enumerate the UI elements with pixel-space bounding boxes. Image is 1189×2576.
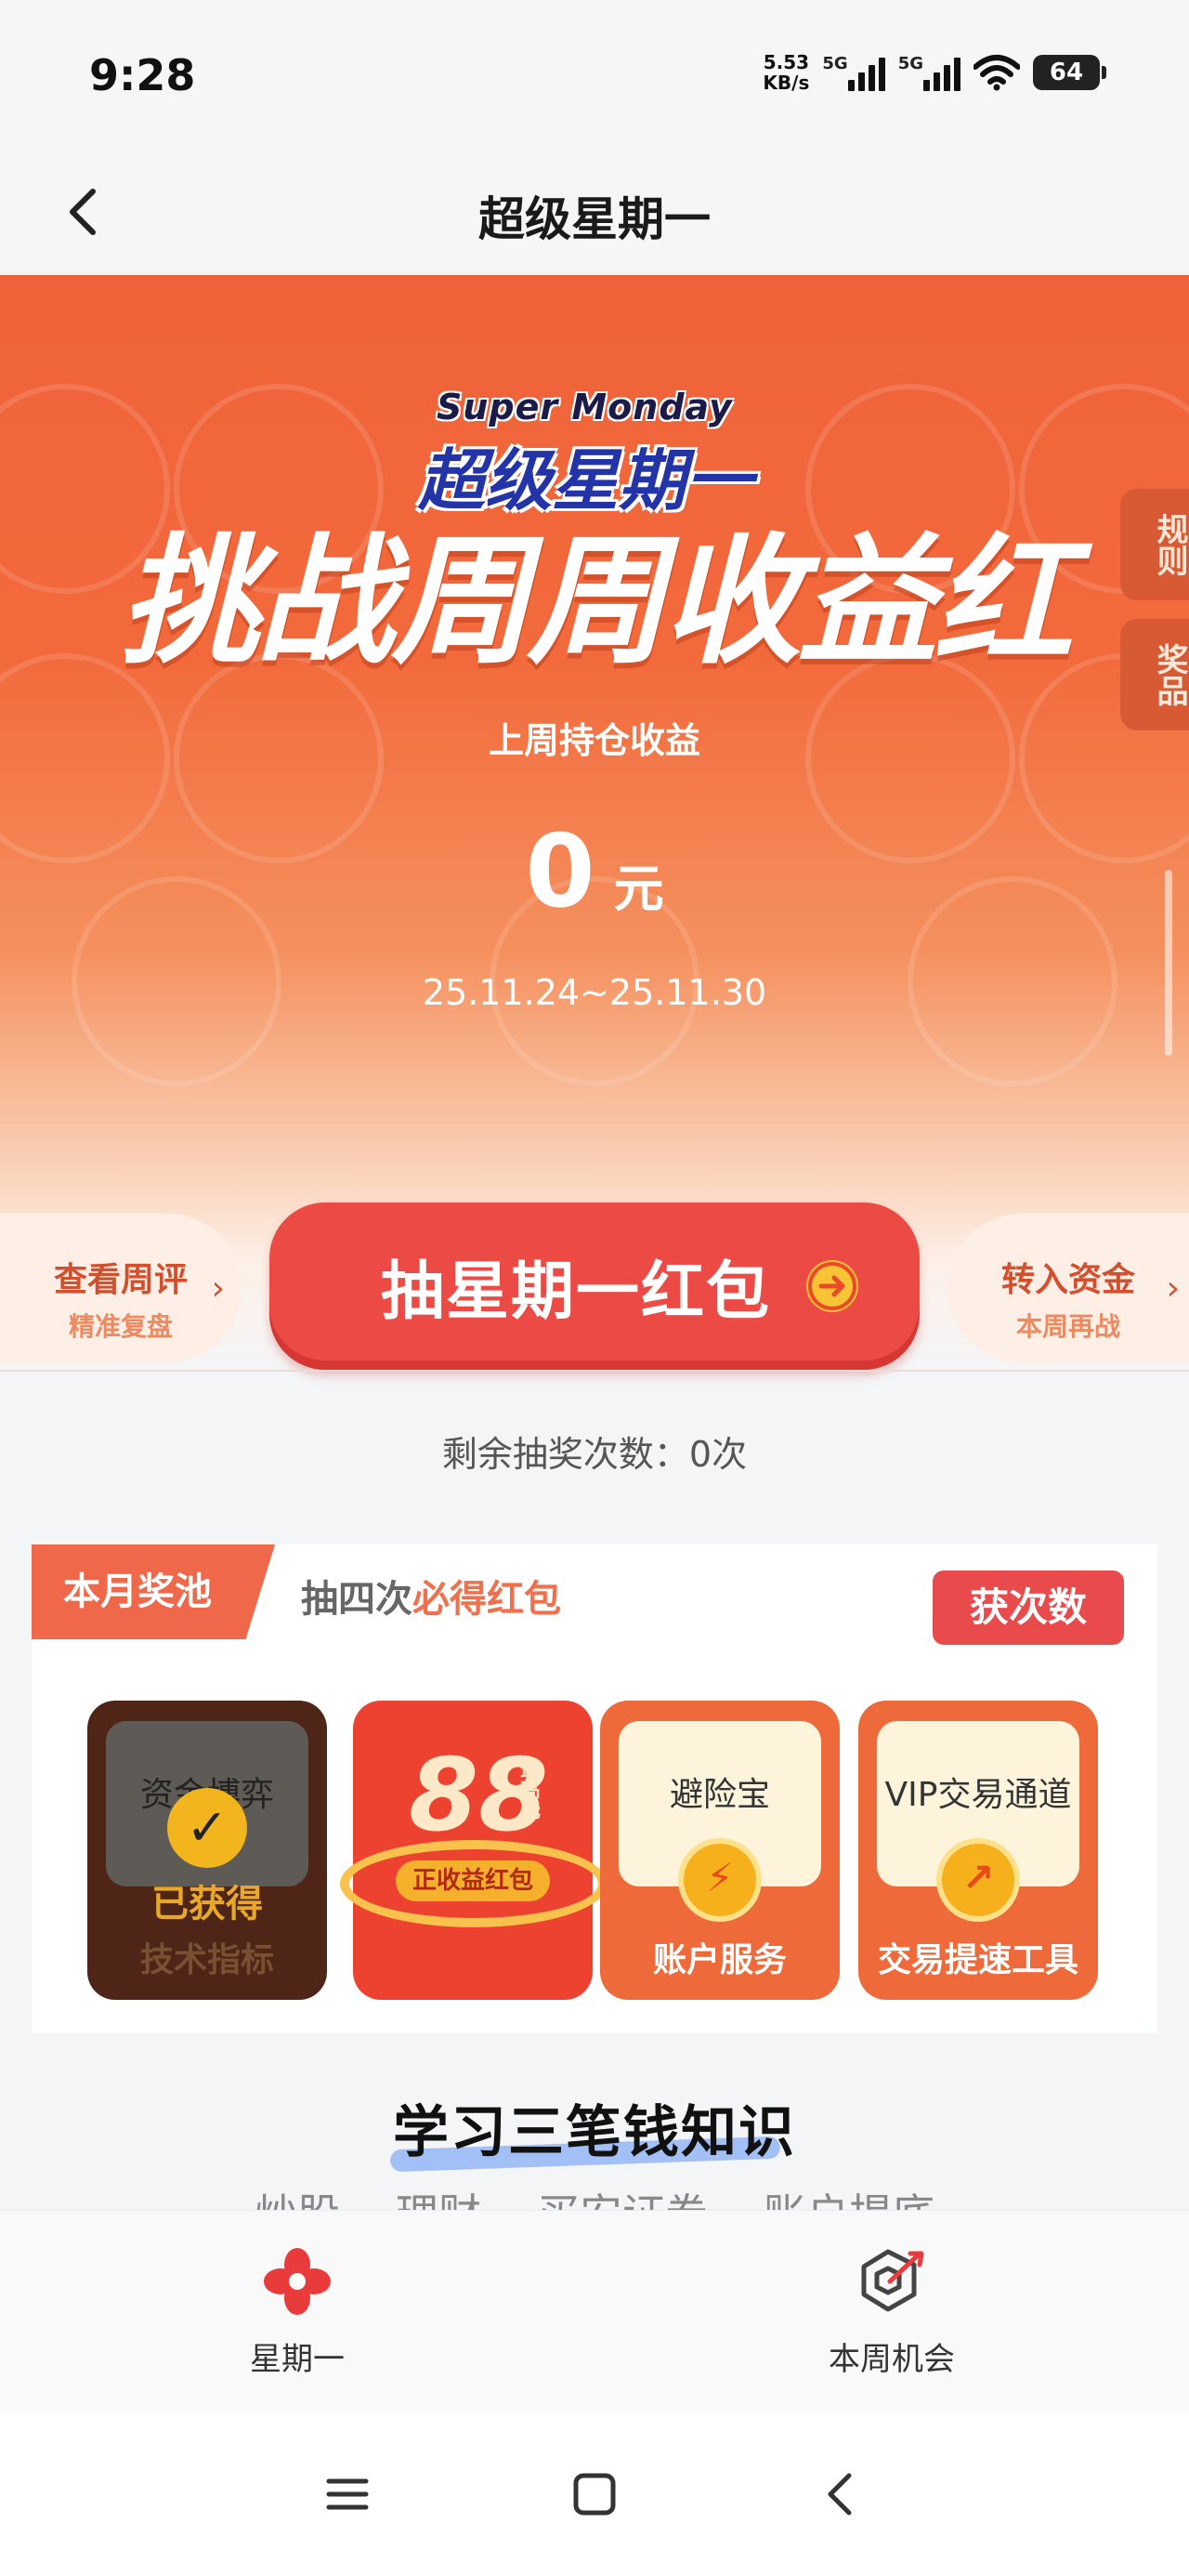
arrow-circle-icon [806, 1260, 858, 1312]
prize-pool-tag: 本月奖池 [32, 1544, 275, 1639]
prize-name: 避险宝 [669, 1776, 770, 1814]
prize-card-hedge[interactable]: 避险宝 ⚡ 账户服务 [600, 1701, 840, 2000]
prize-ribbon: 正收益红包 [396, 1860, 550, 1901]
rules-tab[interactable]: 规则 [1120, 489, 1189, 600]
obtained-label: 已获得 [151, 1883, 263, 1925]
prize-caption: 账户服务 [652, 1941, 787, 1979]
prize-pool-card: 本月奖池 抽四次必得红包 获次数 资金博弈 ✓ 已获得 技术指标 88 最高元 … [32, 1544, 1157, 2033]
prize-pool-description: 抽四次必得红包 [301, 1578, 561, 1621]
prize-card-red-packet[interactable]: 88 最高元 正收益红包 [340, 1701, 608, 2000]
prize-amount-note: 最高元 [516, 1758, 540, 1820]
shield-icon: ⚡ [678, 1838, 762, 1922]
remaining-draws: 剩余抽奖次数：0次 [441, 1434, 748, 1475]
hero-subtitle: 上周持仓收益 [488, 720, 700, 761]
back-nav-icon[interactable] [814, 2466, 869, 2522]
prize-card-vip[interactable]: VIP交易通道 ↗ 交易提速工具 [858, 1701, 1098, 2000]
draw-red-packet-button[interactable]: 抽星期一红包 [269, 1203, 920, 1370]
prize-caption: 技术指标 [139, 1941, 274, 1979]
network-speed: 5.53 KB/s [763, 51, 810, 94]
prizes-tab[interactable]: 奖品 [1120, 619, 1189, 730]
status-bar: 9:28 5.53 KB/s 5G 5G 64 [0, 0, 1189, 149]
status-indicators: 5.53 KB/s 5G 5G 64 [763, 51, 1106, 94]
wifi-icon [973, 55, 1020, 91]
signal-icon: 5G [822, 54, 885, 91]
system-nav-bar [0, 2411, 1189, 2576]
earnings-unit: 元 [613, 860, 664, 918]
earnings-amount: 0元 [0, 814, 1189, 930]
target-icon [861, 2249, 924, 2312]
tab-monday[interactable]: 星期一 [0, 2211, 594, 2412]
arrow-up-icon: ↗ [936, 1838, 1020, 1922]
earnings-value: 0 [525, 814, 595, 930]
divider [0, 1370, 1189, 1372]
battery-icon: 64 [1033, 55, 1106, 90]
learn-tab[interactable]: 炒股 [255, 2193, 340, 2212]
scroll-indicator [1165, 870, 1172, 1056]
flower-icon [264, 2248, 331, 2315]
chevron-right-icon: › [1166, 1269, 1180, 1308]
learn-tab[interactable]: 账户揭底 [764, 2193, 934, 2212]
page-title: 超级星期一 [478, 192, 711, 246]
prize-caption: 交易提速工具 [877, 1941, 1078, 1979]
home-icon[interactable] [567, 2466, 622, 2522]
check-icon: ✓ [167, 1788, 247, 1868]
learn-tab[interactable]: 买安证券 [537, 2193, 708, 2212]
signal-icon: 5G [898, 54, 960, 91]
status-time: 9:28 [89, 50, 196, 100]
date-range: 25.11.24~25.11.30 [422, 972, 767, 1013]
nav-header: 超级星期一 [0, 149, 1189, 275]
chevron-right-icon: › [211, 1269, 225, 1308]
prize-name: VIP交易通道 [884, 1776, 1072, 1814]
hero-headline: 挑战周周收益红 [119, 521, 1073, 683]
get-draws-button[interactable]: 获次数 [933, 1571, 1124, 1645]
transfer-funds-button[interactable]: 转入资金 本周再战 › [947, 1214, 1189, 1362]
learn-tabs: 炒股 理财 买安证券 账户揭底 [0, 2189, 1189, 2212]
learn-tab[interactable]: 理财 [396, 2193, 481, 2212]
bottom-tab-bar: 星期一 本周机会 [0, 2210, 1189, 2411]
learn-section-title: 学习三笔钱知识 [393, 2100, 796, 2165]
prize-card-obtained[interactable]: 资金博弈 ✓ 已获得 技术指标 [87, 1701, 327, 2000]
menu-icon[interactable] [320, 2466, 375, 2522]
weekly-review-button[interactable]: 查看周评 精准复盘 › [0, 1214, 242, 1362]
tab-week-opportunity[interactable]: 本周机会 [594, 2211, 1189, 2412]
